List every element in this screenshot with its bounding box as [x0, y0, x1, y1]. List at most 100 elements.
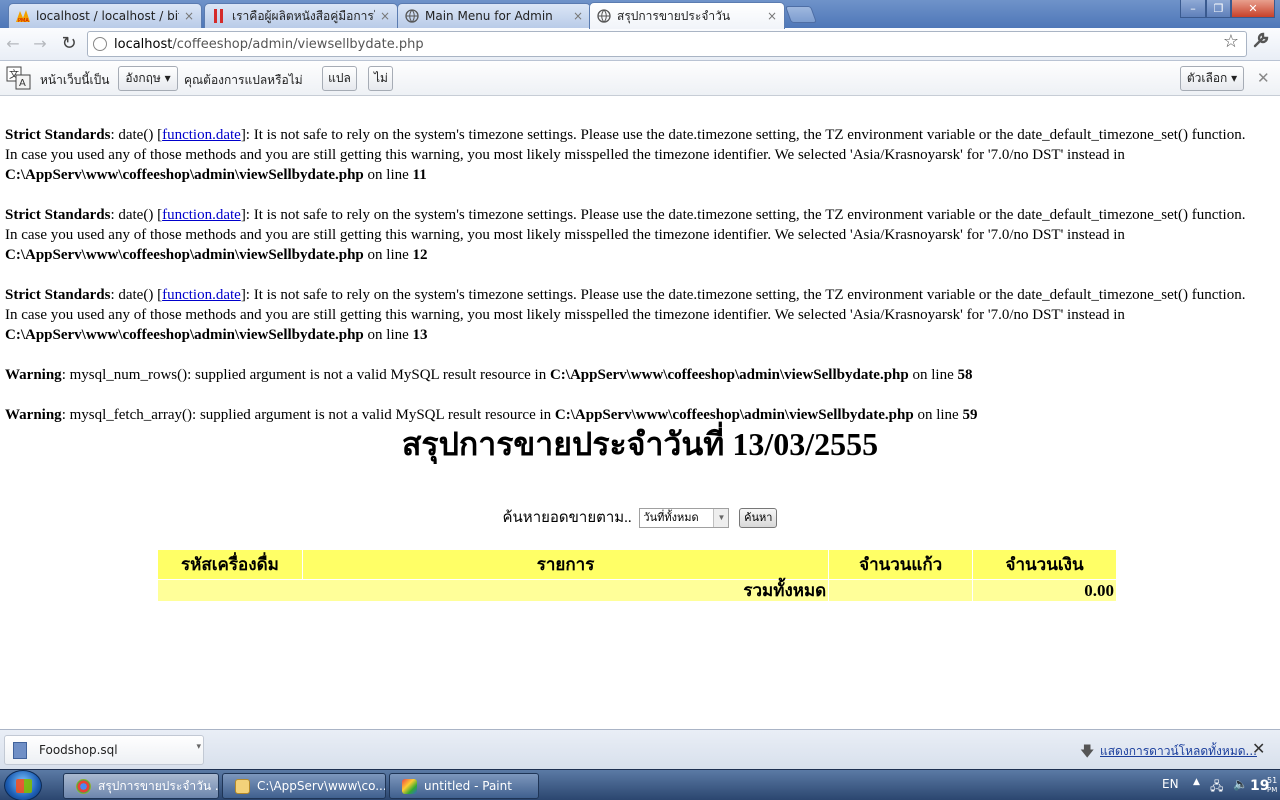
error-line: 13	[412, 327, 428, 343]
translate-icon: 文A	[6, 66, 32, 90]
show-all-downloads-link[interactable]: แสดงการดาวน์โหลดทั้งหมด...	[1100, 742, 1257, 761]
minimize-button[interactable]: –	[1180, 0, 1206, 18]
function-date-link[interactable]: function.date	[162, 127, 241, 143]
forward-button[interactable]: →	[29, 33, 51, 55]
download-file-name: Foodshop.sql	[39, 743, 118, 757]
taskbar-item-explorer[interactable]: C:\AppServ\www\co...	[222, 773, 386, 799]
folder-icon	[235, 779, 250, 794]
close-icon[interactable]: ×	[379, 9, 391, 23]
tab-phpmyadmin[interactable]: PMA localhost / localhost / bitfoo ×	[8, 3, 202, 28]
close-infobar-icon[interactable]: ✕	[1257, 69, 1270, 87]
task-label: C:\AppServ\www\co...	[257, 779, 386, 793]
warning-on-line: on line	[912, 367, 954, 383]
warning-line: 58	[957, 367, 973, 383]
browser-toolbar: ← → ↻ localhost/coffeeshop/admin/viewsel…	[0, 28, 1280, 61]
translate-options-button[interactable]: ตัวเลือก ▾	[1180, 66, 1244, 91]
strict-standards-error: Strict Standards: date() [function.date]…	[5, 285, 1261, 345]
chevron-down-icon[interactable]: ▾	[196, 742, 201, 752]
download-item[interactable]: Foodshop.sql ▾	[4, 735, 204, 765]
table-total-row: รวมทั้งหมด 0.00	[156, 579, 1117, 602]
red-bars-icon	[211, 8, 227, 24]
strict-standards-error: Strict Standards: date() [function.date]…	[5, 125, 1261, 185]
language-label: อังกฤษ	[125, 71, 161, 85]
svg-text:A: A	[19, 78, 26, 89]
paint-icon	[402, 779, 417, 794]
back-button[interactable]: ←	[2, 33, 24, 55]
reload-button[interactable]: ↻	[58, 33, 80, 55]
chevron-down-icon: ▼	[713, 508, 729, 527]
error-type: Strict Standards	[5, 287, 111, 303]
warning-line: 59	[962, 407, 978, 423]
close-icon[interactable]: ×	[183, 9, 195, 23]
error-line: 11	[412, 167, 427, 183]
warning-file: C:\AppServ\www\coffeeshop\admin\viewSell…	[554, 407, 914, 423]
url-path: /coffeeshop/admin/viewsellbydate.php	[172, 37, 424, 52]
error-text: : date() [	[110, 207, 163, 223]
column-header-item: รายการ	[301, 549, 830, 580]
warning-type: Warning	[5, 367, 62, 383]
total-amount: 0.00	[972, 579, 1117, 602]
tab-title: สรุปการขายประจำวัน	[617, 8, 731, 23]
maximize-button[interactable]: ❐	[1206, 0, 1231, 18]
translate-infobar: 文A หน้าเว็บนี้เป็น อังกฤษ ▾ คุณต้องการแป…	[0, 61, 1280, 96]
translate-button[interactable]: แปล	[322, 66, 357, 91]
chrome-icon	[76, 779, 91, 794]
download-arrow-icon: 🡇	[1080, 744, 1095, 760]
language-indicator[interactable]: EN	[1162, 777, 1179, 791]
tab-sales-summary[interactable]: สรุปการขายประจำวัน ×	[589, 2, 785, 29]
error-type: Strict Standards	[5, 127, 111, 143]
tab-title: localhost / localhost / bitfoo	[36, 9, 179, 23]
column-header-amount: จำนวนเงิน	[972, 549, 1117, 580]
page-content: Strict Standards: date() [function.date]…	[0, 97, 1280, 729]
new-tab-button[interactable]	[784, 6, 818, 23]
show-hidden-icons-icon[interactable]: ▲	[1193, 777, 1200, 787]
column-header-cups: จำนวนแก้ว	[828, 549, 974, 580]
tab-strip: PMA localhost / localhost / bitfoo × เรา…	[0, 0, 1280, 29]
close-icon[interactable]: ✕	[1252, 739, 1265, 758]
chevron-down-icon: ▾	[164, 71, 171, 85]
start-button[interactable]	[4, 770, 42, 800]
url-host: localhost	[114, 37, 173, 52]
language-dropdown[interactable]: อังกฤษ ▾	[118, 66, 178, 91]
window-close-button[interactable]: ✕	[1231, 0, 1275, 18]
error-file: C:\AppServ\www\coffeeshop\admin\viewSell…	[5, 167, 364, 183]
taskbar-item-paint[interactable]: untitled - Paint	[389, 773, 539, 799]
mysql-warning: Warning: mysql_fetch_array(): supplied a…	[5, 405, 1261, 425]
wrench-icon[interactable]	[1251, 31, 1271, 53]
error-on-line: on line	[367, 327, 409, 343]
volume-icon[interactable]: 🔈	[1233, 777, 1248, 791]
tab-title: เราคือผู้ผลิตหนังสือคู่มือการใช้ง	[232, 8, 375, 23]
close-icon[interactable]: ×	[766, 9, 778, 23]
search-label: ค้นหายอดขายตาม..	[502, 509, 632, 526]
network-icon[interactable]: 🖧	[1210, 777, 1223, 798]
search-button[interactable]: ค้นหา	[739, 507, 778, 528]
svg-text:PMA: PMA	[18, 18, 29, 23]
error-line: 12	[412, 247, 428, 263]
url-text[interactable]: localhost/coffeeshop/admin/viewsellbydat…	[114, 37, 424, 52]
mysql-warning: Warning: mysql_num_rows(): supplied argu…	[5, 365, 1261, 385]
warning-file: C:\AppServ\www\coffeeshop\admin\viewSell…	[549, 367, 909, 383]
address-bar[interactable]: localhost/coffeeshop/admin/viewsellbydat…	[87, 31, 1247, 57]
error-on-line: on line	[367, 167, 409, 183]
bookmark-star-icon[interactable]: ☆	[1221, 31, 1241, 53]
options-label: ตัวเลือก	[1186, 71, 1228, 85]
translate-prefix: หน้าเว็บนี้เป็น	[40, 73, 110, 87]
error-on-line: on line	[367, 247, 409, 263]
taskbar-item-chrome[interactable]: สรุปการขายประจำวัน ...	[63, 773, 219, 799]
error-file: C:\AppServ\www\coffeeshop\admin\viewSell…	[5, 327, 364, 343]
total-label: รวมทั้งหมด	[156, 579, 830, 602]
close-icon[interactable]: ×	[572, 9, 584, 23]
error-file: C:\AppServ\www\coffeeshop\admin\viewSell…	[5, 247, 364, 263]
table-header-row: รหัสเครื่องดื่ม รายการ จำนวนแก้ว จำนวนเง…	[157, 549, 1117, 580]
function-date-link[interactable]: function.date	[162, 287, 241, 303]
search-type-select[interactable]: วันที่ทั้งหมด ▼	[639, 507, 730, 528]
tab-book[interactable]: เราคือผู้ผลิตหนังสือคู่มือการใช้ง ×	[204, 3, 398, 28]
globe-icon	[404, 8, 420, 24]
tab-main-menu[interactable]: Main Menu for Admin ×	[397, 3, 591, 28]
decline-translate-button[interactable]: ไม่	[368, 66, 393, 91]
function-date-link[interactable]: function.date	[162, 207, 241, 223]
page-info-icon[interactable]	[93, 37, 107, 51]
column-header-drink-code: รหัสเครื่องดื่ม	[157, 549, 303, 580]
windows-logo-icon	[16, 779, 32, 793]
chevron-down-icon: ▾	[1231, 71, 1238, 85]
